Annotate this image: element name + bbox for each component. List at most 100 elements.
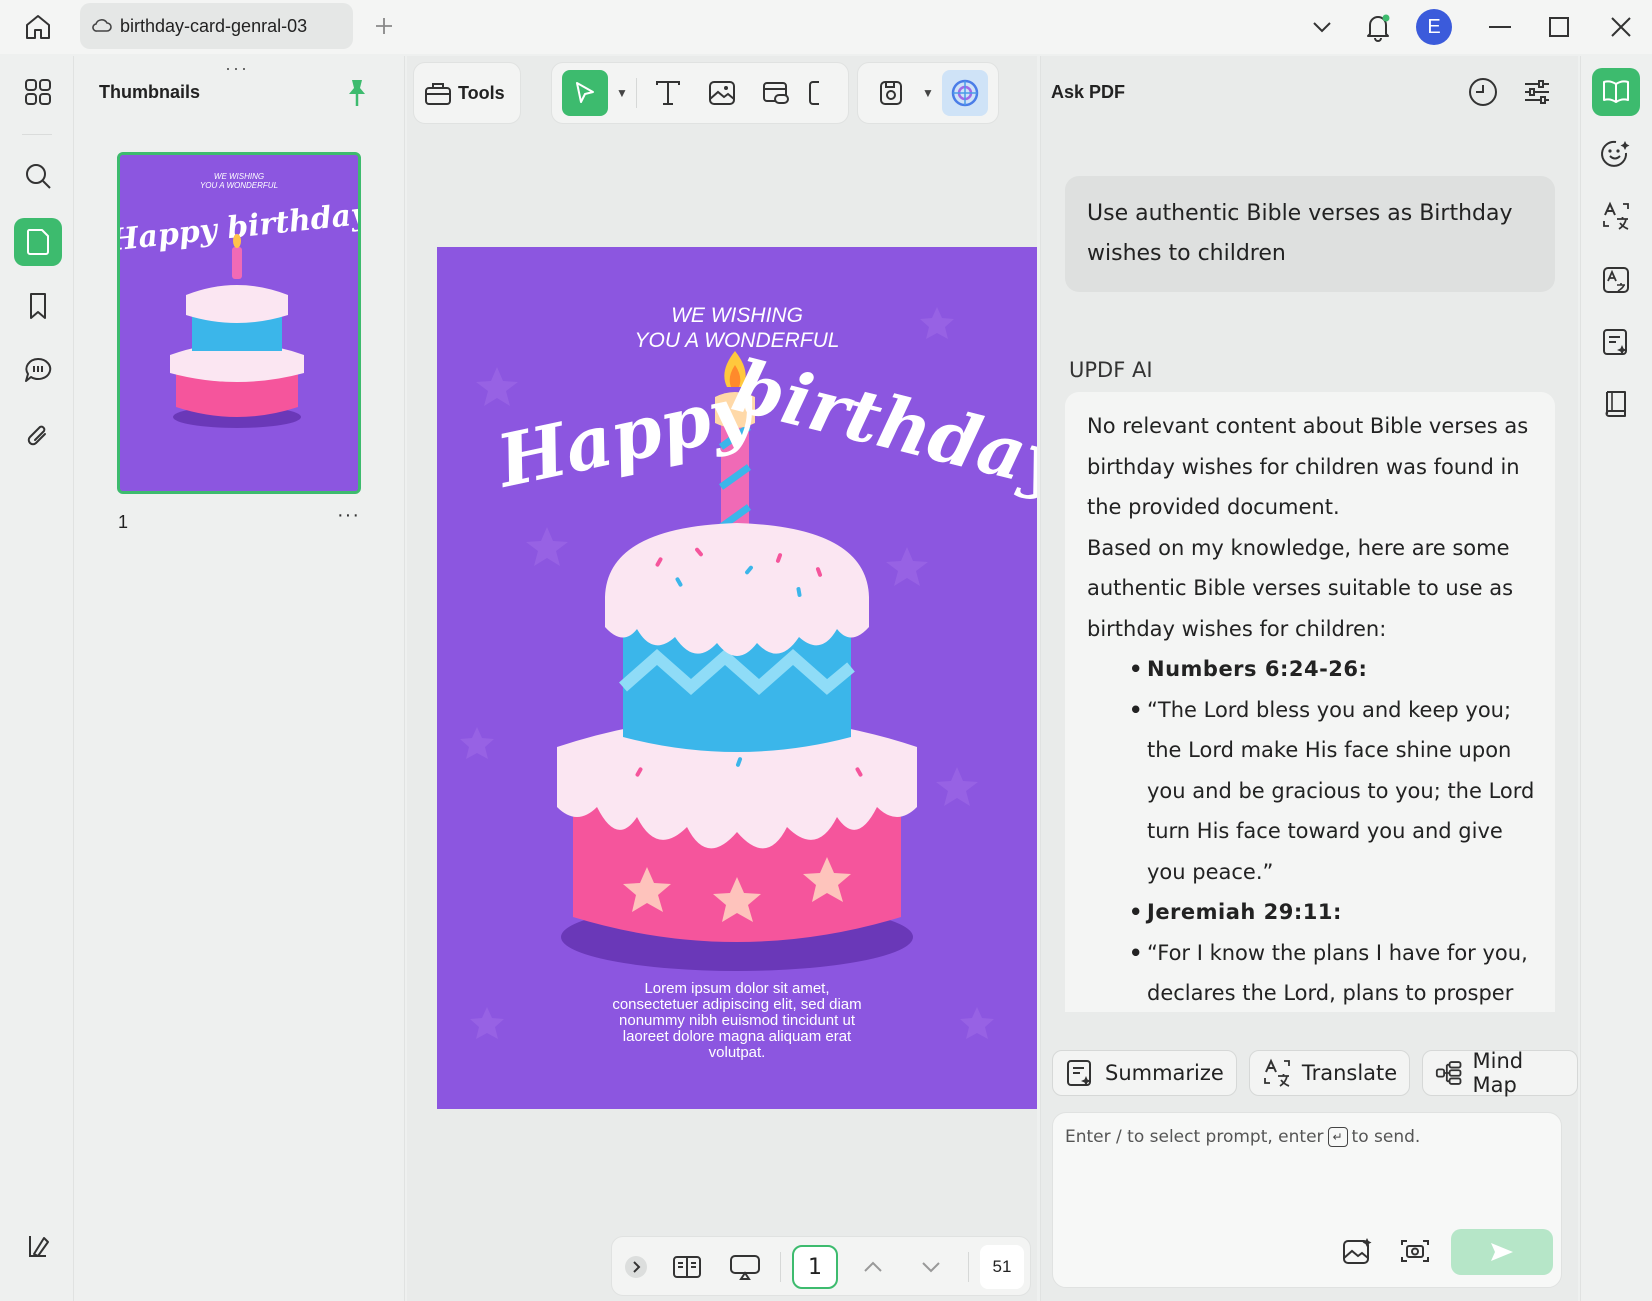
minimize-button[interactable] [1472, 0, 1528, 54]
account-button[interactable]: E [1406, 0, 1462, 54]
lorem-line: Lorem ipsum dolor sit amet, [644, 980, 830, 997]
summary-tab-button[interactable] [1592, 318, 1640, 366]
wish-text: WE WISHING YOU A WONDERFUL [437, 303, 1037, 353]
form-icon [808, 81, 819, 105]
next-page-button[interactable] [906, 1237, 956, 1297]
document-tab[interactable]: birthday-card-genral-03 [80, 3, 353, 49]
bookmarks-button[interactable] [14, 282, 62, 330]
history-button[interactable] [1465, 74, 1501, 110]
mind-map-label: Mind Map [1472, 1049, 1524, 1097]
search-button[interactable] [14, 152, 62, 200]
tools-label: Tools [458, 82, 505, 103]
page-number-input[interactable]: 1 [792, 1245, 838, 1289]
ai-assistant-icon [951, 79, 979, 107]
new-tab-button[interactable] [372, 14, 396, 38]
comments-button[interactable] [14, 346, 62, 394]
insert-image-button[interactable] [1337, 1231, 1377, 1271]
zoom-level[interactable]: 51 [980, 1245, 1024, 1289]
title-separator [1462, 0, 1472, 54]
sidebar-toggle-button[interactable] [14, 1222, 62, 1270]
chevron-up-icon [864, 1261, 882, 1272]
book-icon [1605, 391, 1626, 417]
panel-drag-handle[interactable]: ··· [225, 58, 249, 79]
thumbnails-panel-button[interactable] [14, 218, 62, 266]
tools-button[interactable]: Tools [424, 70, 505, 116]
wish-line-2: YOU A WONDERFUL [634, 329, 840, 352]
prompt-input[interactable]: Enter / to select prompt, enter ↵ to sen… [1052, 1112, 1562, 1288]
svg-text:YOU A WONDERFUL: YOU A WONDERFUL [200, 181, 278, 190]
apps-button[interactable] [14, 68, 62, 116]
verse-list: Numbers 6:24-26: “The Lord bless you and… [1087, 649, 1535, 1012]
book-layout-icon [673, 1256, 701, 1278]
close-button[interactable] [1590, 0, 1652, 54]
previous-page-button[interactable] [848, 1237, 898, 1297]
layers-icon [29, 1236, 49, 1257]
maximize-button[interactable] [1528, 0, 1590, 54]
list-item: “The Lord bless you and keep you; the Lo… [1129, 690, 1535, 893]
attachments-button[interactable] [14, 412, 62, 460]
tab-title: birthday-card-genral-03 [120, 15, 308, 36]
summarize-label: Summarize [1105, 1061, 1224, 1085]
page-thumbnail[interactable]: WE WISHING YOU A WONDERFUL Happy birthda… [117, 152, 361, 494]
ask-pdf-title: Ask PDF [1051, 82, 1126, 102]
link-tool-button[interactable] [753, 70, 799, 116]
thumbnails-panel: ··· Thumbnails WE WISHING YOU A WONDERFU… [75, 56, 405, 1301]
right-rail [1580, 56, 1652, 1301]
lorem-line: consectetuer adipiscing elit, sed diam [612, 996, 862, 1013]
save-ai-group: ▼ [857, 62, 999, 124]
send-button[interactable] [1451, 1229, 1553, 1275]
screenshot-button[interactable] [1395, 1231, 1435, 1271]
thumbnail-more-button[interactable]: ··· [337, 504, 360, 527]
summarize-button[interactable]: Summarize [1052, 1050, 1237, 1096]
translate-tab-button[interactable] [1592, 192, 1640, 240]
translate-button[interactable]: Translate [1248, 1050, 1411, 1096]
tabs-dropdown-button[interactable] [1294, 0, 1350, 54]
home-button[interactable] [20, 10, 56, 44]
chevron-down-icon [922, 1262, 940, 1273]
mind-map-button[interactable]: Mind Map [1422, 1049, 1578, 1097]
close-icon [1611, 17, 1631, 37]
lorem-line: laoreet dolore magna aliquam erat [622, 1028, 852, 1045]
text-tool-button[interactable] [645, 70, 691, 116]
ai-paragraph: No relevant content about Bible verses a… [1087, 414, 1529, 519]
select-tool-dropdown[interactable]: ▼ [616, 86, 628, 100]
open-book-icon [1603, 80, 1629, 103]
ai-paragraph: Based on my knowledge, here are some aut… [1087, 535, 1514, 641]
page-layout-button[interactable] [662, 1237, 712, 1297]
select-tool-button[interactable] [562, 70, 608, 116]
list-item: Numbers 6:24-26: [1129, 649, 1535, 690]
notifications-button[interactable] [1350, 0, 1406, 54]
list-item: “For I know the plans I have for you, de… [1129, 933, 1535, 1013]
summarize-icon [1603, 329, 1627, 355]
reading-mode-button[interactable] [1592, 380, 1640, 428]
sliders-icon [1525, 80, 1549, 104]
save-dropdown[interactable]: ▼ [922, 86, 934, 100]
camera-icon [1401, 1240, 1429, 1262]
presentation-button[interactable] [720, 1237, 770, 1297]
ask-pdf-panel: Ask PDF Use authentic Bible verses as Bi… [1040, 56, 1578, 1301]
prompt-placeholder: Enter / to select prompt, enter ↵ to sen… [1065, 1127, 1420, 1147]
headline-word-2: birthday [725, 343, 1037, 508]
search-icon [26, 164, 51, 189]
title-bar: birthday-card-genral-03 E [0, 0, 1652, 54]
updf-ai-button[interactable] [941, 70, 988, 116]
pdf-page[interactable]: Happy birthday WE WISHING YOU A WONDERFU… [437, 247, 1037, 1109]
presentation-icon [730, 1255, 760, 1280]
expand-nav-button[interactable] [618, 1237, 654, 1297]
image-tool-button[interactable] [699, 70, 745, 116]
nav-divider [968, 1252, 969, 1282]
ocr-tab-button[interactable] [1592, 256, 1640, 304]
more-tools-button[interactable] [807, 70, 827, 116]
lorem-line: nonummy nibh euismod tincidunt ut [619, 1012, 855, 1029]
pin-panel-button[interactable] [345, 78, 369, 113]
save-button[interactable] [868, 70, 914, 116]
page-navigation-bar: 1 51 [611, 1236, 1031, 1296]
ai-chat-button[interactable] [1592, 130, 1640, 178]
paperclip-icon [27, 425, 46, 446]
maximize-icon [1549, 17, 1569, 37]
settings-button[interactable] [1519, 74, 1555, 110]
summarize-icon [1067, 1060, 1091, 1086]
toolbox-icon [425, 83, 451, 105]
ask-pdf-tab-button[interactable] [1592, 68, 1640, 116]
bell-icon [1367, 14, 1390, 42]
